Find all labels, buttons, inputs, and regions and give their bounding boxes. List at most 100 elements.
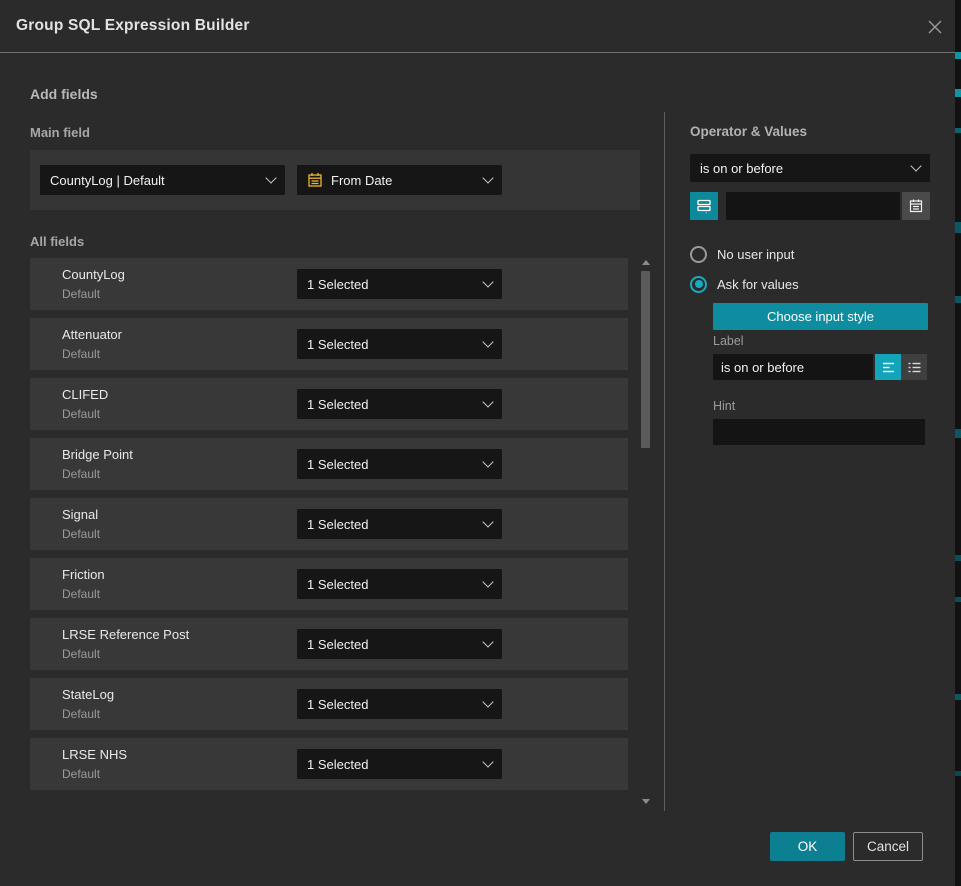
label-input[interactable] — [713, 354, 873, 380]
background-app-edge — [955, 0, 961, 886]
field-row: LRSE NHS Default 1 Selected — [30, 738, 628, 790]
field-values-select[interactable]: 1 Selected — [297, 629, 502, 659]
field-subtitle: Default — [62, 347, 100, 361]
field-row: StateLog Default 1 Selected — [30, 678, 628, 730]
field-values-select[interactable]: 1 Selected — [297, 749, 502, 779]
main-field-band: CountyLog | Default From Date — [30, 150, 640, 210]
ok-button[interactable]: OK — [770, 832, 845, 861]
field-subtitle: Default — [62, 467, 100, 481]
field-row: Signal Default 1 Selected — [30, 498, 628, 550]
field-subtitle: Default — [62, 767, 100, 781]
chevron-down-icon — [482, 636, 493, 647]
all-fields-label: All fields — [30, 234, 84, 249]
operator-select[interactable]: is on or before — [690, 154, 930, 182]
field-name: Signal — [62, 507, 98, 522]
align-left-icon — [881, 360, 896, 375]
dialog-titlebar: Group SQL Expression Builder — [0, 0, 955, 53]
chevron-down-icon — [482, 456, 493, 467]
main-field-label: Main field — [30, 125, 90, 140]
field-name: Attenuator — [62, 327, 122, 342]
scrollbar[interactable] — [641, 256, 651, 808]
chevron-down-icon — [482, 396, 493, 407]
operator-values-heading: Operator & Values — [690, 124, 807, 139]
field-values-selected: 1 Selected — [307, 277, 368, 292]
field-subtitle: Default — [62, 527, 100, 541]
value-input[interactable] — [726, 192, 900, 220]
close-button[interactable] — [922, 14, 948, 40]
chevron-down-icon — [265, 172, 276, 183]
chevron-down-icon — [482, 576, 493, 587]
scroll-down-arrow-icon[interactable] — [642, 799, 650, 804]
field-row: Bridge Point Default 1 Selected — [30, 438, 628, 490]
field-subtitle: Default — [62, 587, 100, 601]
main-field-dataset-select[interactable]: CountyLog | Default — [40, 165, 285, 195]
field-values-selected: 1 Selected — [307, 697, 368, 712]
field-name: StateLog — [62, 687, 114, 702]
cancel-button[interactable]: Cancel — [853, 832, 923, 861]
main-field-dataset-value: CountyLog | Default — [50, 173, 165, 188]
field-row: CountyLog Default 1 Selected — [30, 258, 628, 310]
field-values-selected: 1 Selected — [307, 397, 368, 412]
chevron-down-icon — [482, 276, 493, 287]
field-values-select[interactable]: 1 Selected — [297, 269, 502, 299]
field-values-select[interactable]: 1 Selected — [297, 689, 502, 719]
radio-ask-for-values[interactable]: Ask for values — [690, 276, 799, 292]
main-field-field-select[interactable]: From Date — [297, 165, 502, 195]
calendar-icon — [307, 172, 323, 188]
field-subtitle: Default — [62, 647, 100, 661]
field-values-select[interactable]: 1 Selected — [297, 329, 502, 359]
radio-ask-for-values-label: Ask for values — [717, 277, 799, 292]
chevron-down-icon — [910, 160, 921, 171]
group-sql-expression-builder-dialog: Group SQL Expression Builder Add fields … — [0, 0, 961, 886]
calendar-icon — [908, 198, 924, 214]
date-picker-button[interactable] — [902, 192, 930, 220]
field-row: CLIFED Default 1 Selected — [30, 378, 628, 430]
field-values-select[interactable]: 1 Selected — [297, 449, 502, 479]
add-fields-heading: Add fields — [30, 86, 98, 102]
close-icon — [926, 18, 944, 36]
label-caption: Label — [713, 334, 744, 348]
operator-value: is on or before — [700, 161, 783, 176]
field-values-select[interactable]: 1 Selected — [297, 389, 502, 419]
radio-selected-icon — [690, 276, 707, 293]
field-name: LRSE Reference Post — [62, 627, 189, 642]
field-name: CLIFED — [62, 387, 108, 402]
input-type-icon — [696, 198, 712, 214]
field-values-selected: 1 Selected — [307, 757, 368, 772]
field-values-select[interactable]: 1 Selected — [297, 569, 502, 599]
field-subtitle: Default — [62, 407, 100, 421]
input-type-button[interactable] — [690, 192, 718, 220]
radio-no-user-input-label: No user input — [717, 247, 794, 262]
align-left-style-button[interactable] — [875, 354, 901, 380]
field-values-select[interactable]: 1 Selected — [297, 509, 502, 539]
scrollbar-thumb[interactable] — [641, 271, 650, 448]
field-values-selected: 1 Selected — [307, 637, 368, 652]
field-subtitle: Default — [62, 287, 100, 301]
choose-input-style-button[interactable]: Choose input style — [713, 303, 928, 330]
field-subtitle: Default — [62, 707, 100, 721]
radio-circle-icon — [690, 246, 707, 263]
chevron-down-icon — [482, 756, 493, 767]
field-values-selected: 1 Selected — [307, 337, 368, 352]
hint-input[interactable] — [713, 419, 925, 445]
field-row: LRSE Reference Post Default 1 Selected — [30, 618, 628, 670]
field-name: Bridge Point — [62, 447, 133, 462]
field-values-selected: 1 Selected — [307, 457, 368, 472]
chevron-down-icon — [482, 516, 493, 527]
list-style-button[interactable] — [901, 354, 927, 380]
bulleted-list-icon — [907, 360, 922, 375]
field-values-selected: 1 Selected — [307, 517, 368, 532]
radio-no-user-input[interactable]: No user input — [690, 246, 794, 262]
all-fields-list: CountyLog Default 1 Selected Attenuator … — [30, 258, 628, 798]
chevron-down-icon — [482, 696, 493, 707]
panel-divider — [664, 112, 665, 811]
dialog-surface: Group SQL Expression Builder Add fields … — [0, 0, 955, 886]
scroll-up-arrow-icon[interactable] — [642, 260, 650, 265]
dialog-title: Group SQL Expression Builder — [16, 0, 250, 52]
chevron-down-icon — [482, 172, 493, 183]
hint-caption: Hint — [713, 399, 735, 413]
chevron-down-icon — [482, 336, 493, 347]
main-field-field-value: From Date — [331, 173, 392, 188]
field-name: Friction — [62, 567, 105, 582]
field-values-selected: 1 Selected — [307, 577, 368, 592]
